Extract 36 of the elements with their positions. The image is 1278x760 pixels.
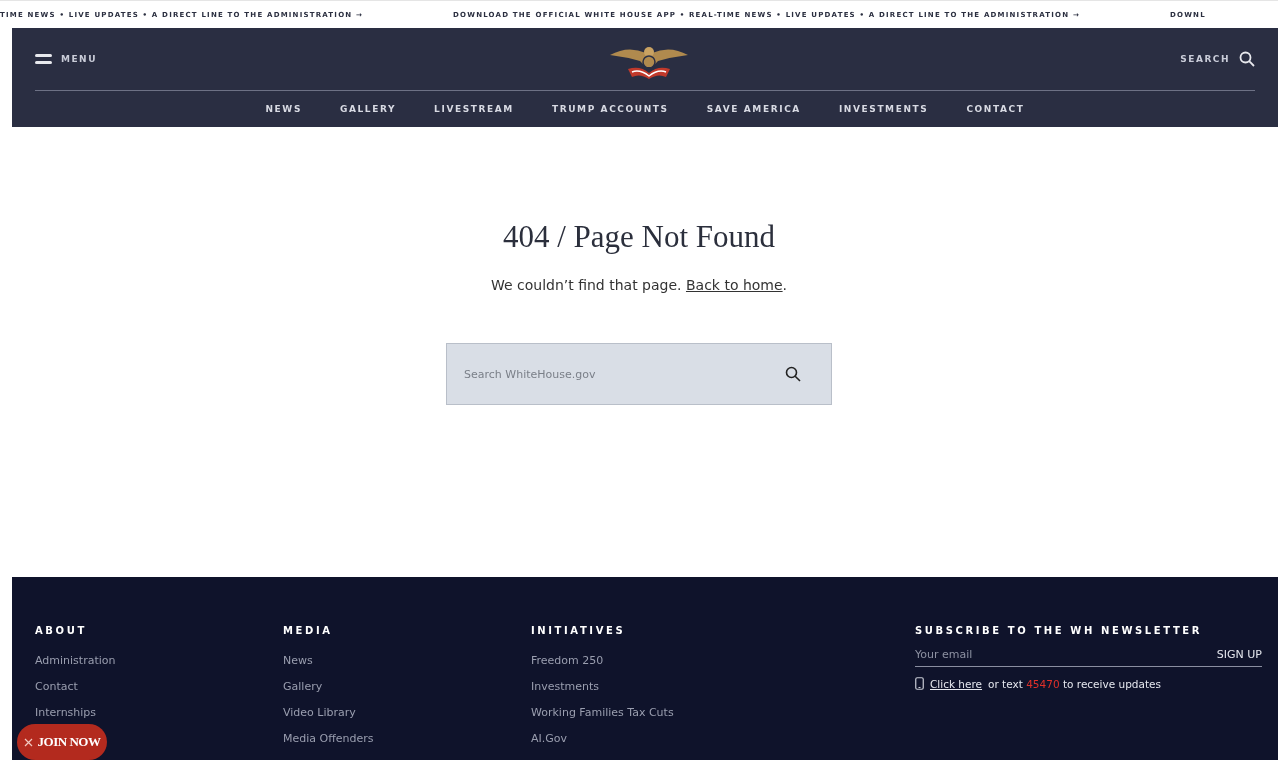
footer-link[interactable]: Freedom 250 <box>531 648 604 674</box>
nav-link[interactable]: GALLERY <box>339 104 397 114</box>
footer-link[interactable]: Working Families Tax Cuts <box>531 700 674 726</box>
nav-link[interactable]: SAVE AMERICA <box>706 104 801 114</box>
phone-icon <box>915 677 924 690</box>
footer-link[interactable]: AI.Gov <box>531 726 568 752</box>
email-field[interactable]: Your email <box>915 648 1217 667</box>
menu-button[interactable]: MENU <box>35 54 97 64</box>
footer-link[interactable]: Internships <box>35 700 97 726</box>
footer-link[interactable]: Media Offenders <box>283 726 374 752</box>
join-now-button[interactable]: JOIN NOW <box>17 724 107 760</box>
back-home-link[interactable]: Back to home <box>685 277 783 293</box>
menu-icon <box>35 54 52 64</box>
footer-heading: INITIATIVES <box>531 625 626 636</box>
nav-link[interactable]: NEWS <box>265 104 302 114</box>
page-title: 404 / Page Not Found <box>502 219 776 255</box>
newsletter-heading: SUBSCRIBE TO THE WH NEWSLETTER <box>915 625 1204 636</box>
close-icon[interactable] <box>23 737 33 747</box>
sms-text: or text 45470 to receive updates <box>988 677 1161 690</box>
footer-heading: ABOUT <box>35 625 87 636</box>
footer-link[interactable]: Video Library <box>283 700 356 726</box>
search-button[interactable]: SEARCH <box>1180 51 1255 67</box>
footer-link[interactable]: Contact <box>35 674 78 700</box>
footer-link[interactable]: News <box>283 648 313 674</box>
nav-link[interactable]: TRUMP ACCOUNTS <box>551 104 669 114</box>
nav-link[interactable]: INVESTMENTS <box>838 104 929 114</box>
footer-heading: MEDIA <box>283 625 333 636</box>
footer-link[interactable]: Administration <box>35 648 116 674</box>
nav-link[interactable]: CONTACT <box>966 104 1025 114</box>
nav-link[interactable]: LIVESTREAM <box>434 104 514 114</box>
sign-up-button[interactable]: SIGN UP <box>1216 648 1262 667</box>
footer-link[interactable]: Gallery <box>283 674 323 700</box>
footer-link[interactable]: Investments <box>531 674 600 700</box>
error-message: We couldn’t find that page. Back to home. <box>490 277 788 293</box>
search-icon <box>1239 51 1255 67</box>
sms-link[interactable]: Click here <box>930 677 983 690</box>
